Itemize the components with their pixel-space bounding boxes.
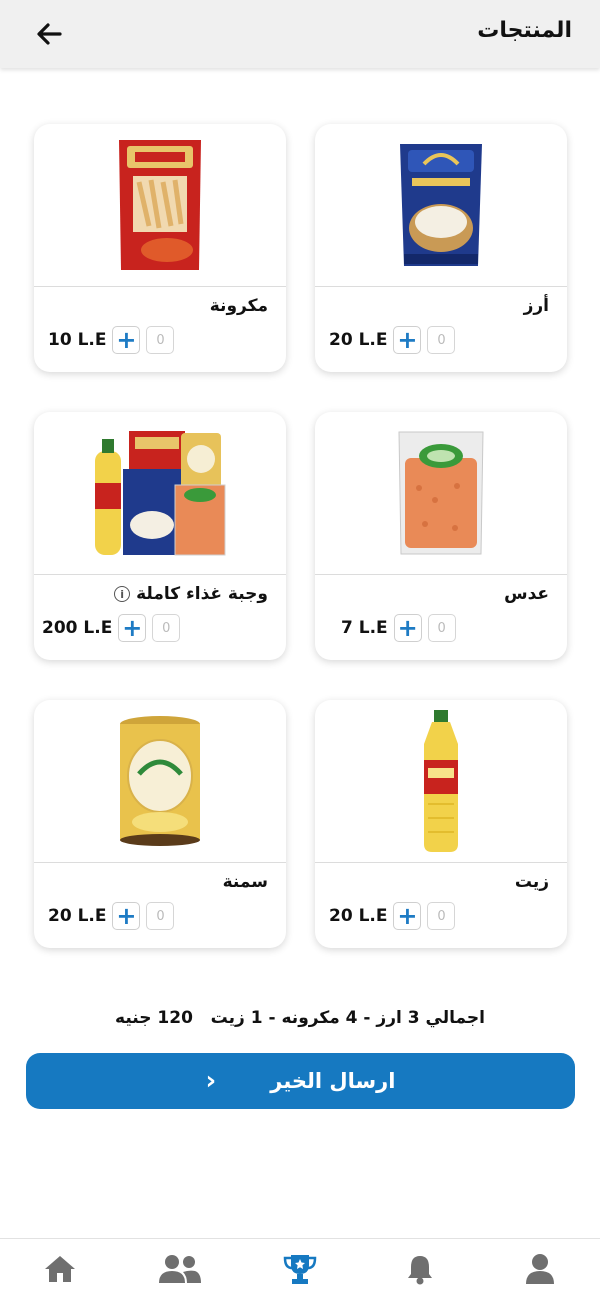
quantity-field[interactable]: 0 bbox=[146, 902, 175, 930]
product-price: 10 L.E bbox=[48, 330, 107, 350]
pasta-bag-image bbox=[34, 124, 286, 286]
product-name: مكرونة bbox=[209, 296, 268, 316]
product-card-rice[interactable]: أرز 20 L.E + 0 bbox=[315, 124, 567, 372]
app-bar: المنتجات bbox=[0, 0, 600, 68]
order-summary: اجمالي 3 ارز - 4 مكرونه - 1 زيت 120 جنيه bbox=[0, 1008, 600, 1028]
price-row: 7 L.E + 0 bbox=[341, 614, 456, 642]
quantity-field[interactable]: 0 bbox=[152, 614, 181, 642]
price-row: 200 L.E + 0 bbox=[42, 614, 181, 642]
product-price: 200 L.E bbox=[42, 618, 113, 638]
nav-trophy[interactable] bbox=[270, 1244, 330, 1294]
summary-text: اجمالي 3 ارز - 4 مكرونه - 1 زيت bbox=[210, 1008, 485, 1028]
product-card-pasta[interactable]: مكرونة 10 L.E + 0 bbox=[34, 124, 286, 372]
product-price: 20 L.E bbox=[329, 906, 388, 926]
nav-home[interactable] bbox=[30, 1244, 90, 1294]
product-card-ghee[interactable]: سمنة 20 L.E + 0 bbox=[34, 700, 286, 948]
card-divider bbox=[34, 574, 286, 575]
price-row: 20 L.E + 0 bbox=[48, 902, 175, 930]
send-button-label: ارسال الخير bbox=[270, 1069, 396, 1093]
bell-icon bbox=[408, 1255, 432, 1284]
add-quantity-button[interactable]: + bbox=[112, 326, 141, 354]
send-charity-button[interactable]: › ارسال الخير bbox=[26, 1053, 575, 1109]
lentils-bag-image bbox=[315, 412, 567, 574]
home-icon bbox=[45, 1255, 75, 1282]
card-divider bbox=[34, 862, 286, 863]
product-card-oil[interactable]: زيت 20 L.E + 0 bbox=[315, 700, 567, 948]
card-divider bbox=[315, 574, 567, 575]
add-quantity-button[interactable]: + bbox=[118, 614, 147, 642]
ghee-can-image bbox=[34, 700, 286, 862]
rice-bag-image bbox=[315, 124, 567, 286]
add-quantity-button[interactable]: + bbox=[112, 902, 141, 930]
quantity-field[interactable]: 0 bbox=[427, 614, 456, 642]
product-card-full-meal[interactable]: وجبة غذاء كاملة i 200 L.E + 0 bbox=[34, 412, 286, 660]
bottom-navigation bbox=[0, 1238, 600, 1298]
card-divider bbox=[315, 862, 567, 863]
product-card-lentils[interactable]: عدس 7 L.E + 0 bbox=[315, 412, 567, 660]
quantity-field[interactable]: 0 bbox=[146, 326, 175, 354]
trophy-icon bbox=[283, 1254, 317, 1284]
add-quantity-button[interactable]: + bbox=[393, 902, 422, 930]
nav-notifications[interactable] bbox=[390, 1244, 450, 1294]
nav-group[interactable] bbox=[150, 1244, 210, 1294]
meal-bundle-image bbox=[34, 412, 286, 574]
chevron-right-icon: › bbox=[205, 1066, 217, 1096]
price-row: 20 L.E + 0 bbox=[329, 326, 456, 354]
quantity-field[interactable]: 0 bbox=[427, 902, 456, 930]
price-row: 20 L.E + 0 bbox=[329, 902, 456, 930]
product-price: 7 L.E bbox=[341, 618, 388, 638]
nav-profile[interactable] bbox=[510, 1244, 570, 1294]
card-divider bbox=[315, 286, 567, 287]
price-row: 10 L.E + 0 bbox=[48, 326, 175, 354]
add-quantity-button[interactable]: + bbox=[393, 326, 422, 354]
group-icon bbox=[159, 1254, 201, 1283]
profile-icon bbox=[526, 1253, 554, 1284]
product-name: أرز bbox=[523, 296, 549, 316]
product-name: وجبة غذاء كاملة i bbox=[114, 584, 268, 604]
summary-amount: 120 جنيه bbox=[115, 1008, 193, 1028]
product-name: زيت bbox=[514, 872, 549, 892]
back-arrow-icon[interactable] bbox=[34, 20, 64, 48]
product-price: 20 L.E bbox=[329, 330, 388, 350]
page-title: المنتجات bbox=[477, 18, 572, 43]
add-quantity-button[interactable]: + bbox=[393, 614, 422, 642]
product-price: 20 L.E bbox=[48, 906, 107, 926]
product-name: عدس bbox=[504, 584, 549, 604]
card-divider bbox=[34, 286, 286, 287]
info-icon[interactable]: i bbox=[114, 586, 131, 602]
product-name: سمنة bbox=[222, 872, 268, 892]
oil-bottle-image bbox=[315, 700, 567, 862]
quantity-field[interactable]: 0 bbox=[427, 326, 456, 354]
